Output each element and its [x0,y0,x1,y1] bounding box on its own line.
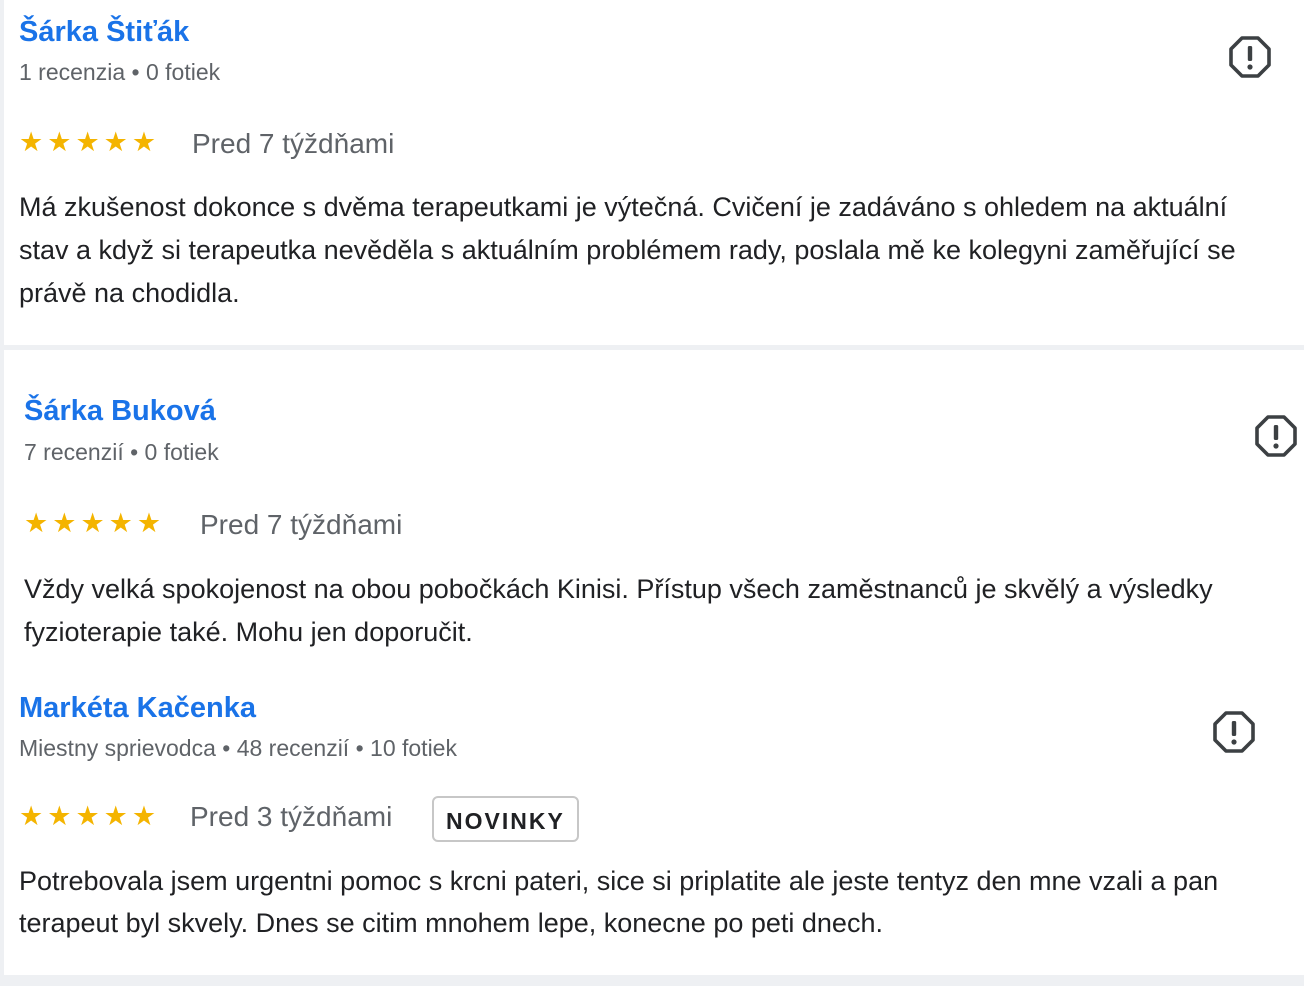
star-icon: ★ [103,127,128,158]
reviewer-name[interactable]: Markéta Kačenka [19,692,256,725]
review-item: Šárka Buková 7 recenzií • 0 fotiek ★ ★ ★… [4,350,1304,650]
review-item: Šárka Štiťák 1 recenzia • 0 fotiek ★ ★ ★… [4,0,1304,345]
reviewer-meta: 7 recenzií • 0 fotiek [24,439,219,465]
review-date: Pred 7 týždňami [200,509,403,540]
report-icon[interactable] [1212,710,1256,754]
star-icon: ★ [52,508,77,539]
reviewer-meta: 1 recenzia • 0 fotiek [19,59,221,85]
star-icon: ★ [19,127,44,158]
star-icon: ★ [136,508,162,539]
star-icon: ★ [47,801,72,832]
star-rating: ★ ★ ★ ★ ★ [24,509,161,539]
reviewer-meta: Miestny sprievodca • 48 recenzií • 10 fo… [19,735,457,761]
star-icon: ★ [47,127,72,158]
reviewer-name[interactable]: Šárka Buková [24,395,216,428]
star-rating: ★ ★ ★ ★ ★ [19,128,156,158]
report-icon[interactable] [1254,414,1298,458]
star-icon: ★ [24,508,49,539]
novinky-badge: NOVINKY [432,796,579,842]
reviewer-name[interactable]: Šárka Štiťák [19,16,189,49]
star-icon: ★ [131,127,157,158]
star-rating: ★ ★ ★ ★ ★ [19,802,156,832]
report-icon[interactable] [1228,35,1272,79]
star-icon: ★ [131,801,157,832]
review-date: Pred 7 týždňami [192,128,395,159]
star-icon: ★ [19,801,44,832]
star-icon: ★ [75,801,100,832]
review-card: Šárka Štiťák 1 recenzia • 0 fotiek ★ ★ ★… [4,0,1304,345]
review-item: Markéta Kačenka Miestny sprievodca • 48 … [4,680,1304,975]
star-icon: ★ [75,127,100,158]
review-card: Šárka Buková 7 recenzií • 0 fotiek ★ ★ ★… [4,350,1304,975]
review-date: Pred 3 týždňami [190,801,393,832]
star-icon: ★ [80,508,105,539]
review-text: Vždy velká spokojenost na obou pobočkách… [24,574,1213,647]
review-text: Má zkušenost dokonce s dvěma terapeutkam… [19,192,1236,308]
star-icon: ★ [108,508,133,539]
star-icon: ★ [103,801,128,832]
review-text: Potrebovala jsem urgentni pomoc s krcni … [19,866,1219,938]
